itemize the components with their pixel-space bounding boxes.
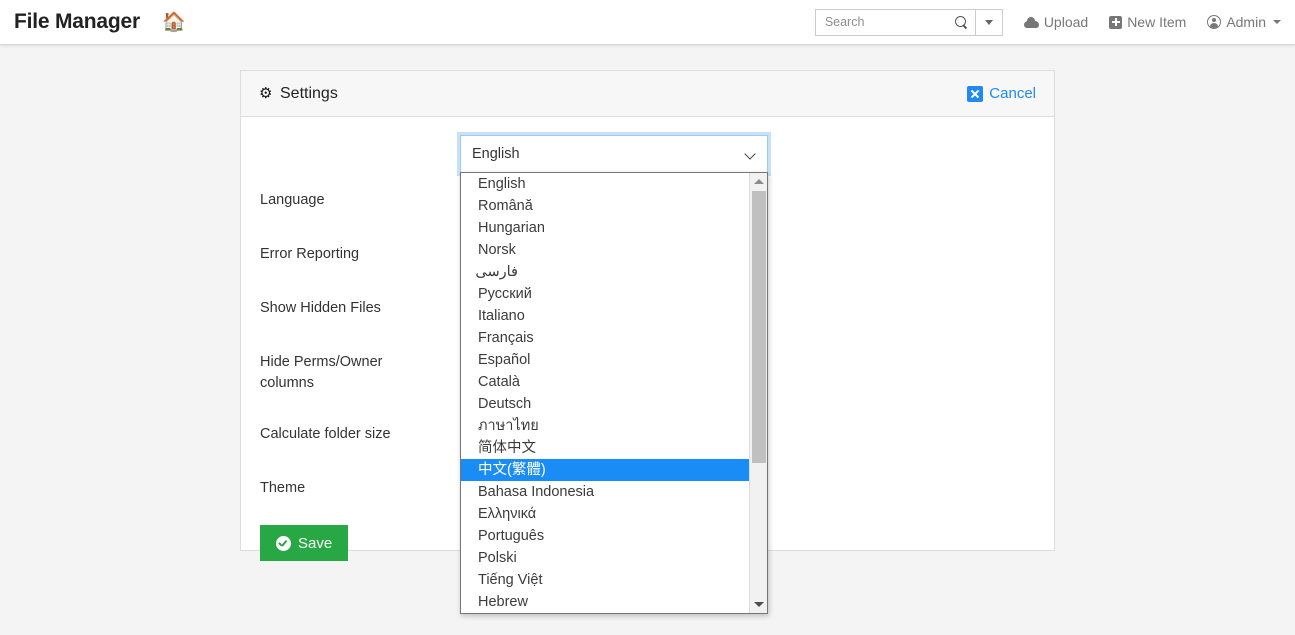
- scroll-up-arrow-icon[interactable]: [750, 173, 767, 190]
- cancel-label: Cancel: [989, 85, 1036, 102]
- cancel-button[interactable]: Cancel: [967, 85, 1036, 102]
- language-option[interactable]: 简体中文: [461, 437, 750, 459]
- language-option[interactable]: Português: [461, 525, 750, 547]
- label-language: Language: [260, 192, 325, 208]
- plus-square-icon: [1109, 15, 1123, 29]
- language-option[interactable]: Français: [461, 327, 750, 349]
- chevron-down-icon: [984, 19, 993, 25]
- gear-icon: ⚙: [259, 84, 273, 102]
- language-option[interactable]: Español: [461, 349, 750, 371]
- new-item-button[interactable]: New Item: [1109, 14, 1186, 30]
- language-option[interactable]: Română: [461, 195, 750, 217]
- language-option[interactable]: Hebrew: [461, 591, 750, 613]
- search-input[interactable]: [822, 14, 948, 30]
- close-square-icon: [967, 85, 984, 102]
- language-option[interactable]: Català: [461, 371, 750, 393]
- top-navbar: File Manager 🏠 Upload New Item Admin: [0, 0, 1295, 45]
- save-button[interactable]: Save: [260, 525, 349, 561]
- admin-label: Admin: [1226, 14, 1266, 30]
- language-option-list: English Română Hungarian Norsk فارسی Русский I…: [461, 173, 750, 613]
- language-option[interactable]: Ελληνικά: [461, 503, 750, 525]
- language-option[interactable]: Norsk: [461, 239, 750, 261]
- language-option[interactable]: Italiano: [461, 305, 750, 327]
- label-calculate-folder-size: Calculate folder size: [260, 426, 391, 442]
- scrollbar-thumb[interactable]: [752, 191, 766, 463]
- page-title: ⚙ Settings: [259, 85, 338, 103]
- new-item-label: New Item: [1127, 14, 1187, 30]
- search-icon[interactable]: [954, 15, 968, 29]
- upload-button[interactable]: Upload: [1023, 14, 1089, 30]
- upload-label: Upload: [1043, 14, 1089, 30]
- search-group: [814, 8, 1003, 36]
- home-icon[interactable]: 🏠: [162, 13, 186, 32]
- scroll-down-arrow-icon[interactable]: [750, 596, 767, 613]
- language-option[interactable]: Hungarian: [461, 217, 750, 239]
- language-option[interactable]: ภาษาไทย: [461, 415, 750, 437]
- user-circle-icon: [1207, 15, 1222, 29]
- language-option[interactable]: Русский: [461, 283, 750, 305]
- language-option[interactable]: Polski: [461, 547, 750, 569]
- search-options-button[interactable]: [974, 8, 1003, 36]
- dropdown-scrollbar[interactable]: [749, 173, 767, 613]
- settings-panel-header: ⚙ Settings Cancel: [241, 71, 1054, 117]
- cloud-upload-icon: [1023, 16, 1039, 28]
- caret-down-icon: [1273, 20, 1281, 24]
- settings-title-label: Settings: [280, 84, 338, 102]
- admin-menu-button[interactable]: Admin: [1207, 14, 1281, 30]
- search-box[interactable]: [814, 8, 975, 36]
- save-label: Save: [298, 534, 333, 552]
- navbar-right-group: Upload New Item Admin: [814, 8, 1281, 36]
- language-option[interactable]: 中文(繁體): [461, 459, 750, 481]
- language-select[interactable]: English: [460, 135, 768, 173]
- chevron-down-icon: [745, 149, 756, 160]
- language-option[interactable]: Deutsch: [461, 393, 750, 415]
- language-option[interactable]: فارسی: [461, 261, 750, 283]
- label-error-reporting: Error Reporting: [260, 246, 360, 262]
- app-title: File Manager: [14, 10, 140, 33]
- language-select-value: English: [472, 146, 520, 162]
- check-circle-icon: [276, 535, 291, 551]
- language-option[interactable]: Tiếng Việt: [461, 569, 750, 591]
- label-hide-perms-owner-columns: Hide Perms/Owner columns: [260, 354, 383, 391]
- language-option[interactable]: English: [461, 173, 750, 195]
- label-show-hidden-files: Show Hidden Files: [260, 300, 381, 316]
- label-theme: Theme: [260, 480, 306, 496]
- language-option[interactable]: Bahasa Indonesia: [461, 481, 750, 503]
- language-dropdown-list[interactable]: English Română Hungarian Norsk فارسی Русский I…: [460, 172, 768, 614]
